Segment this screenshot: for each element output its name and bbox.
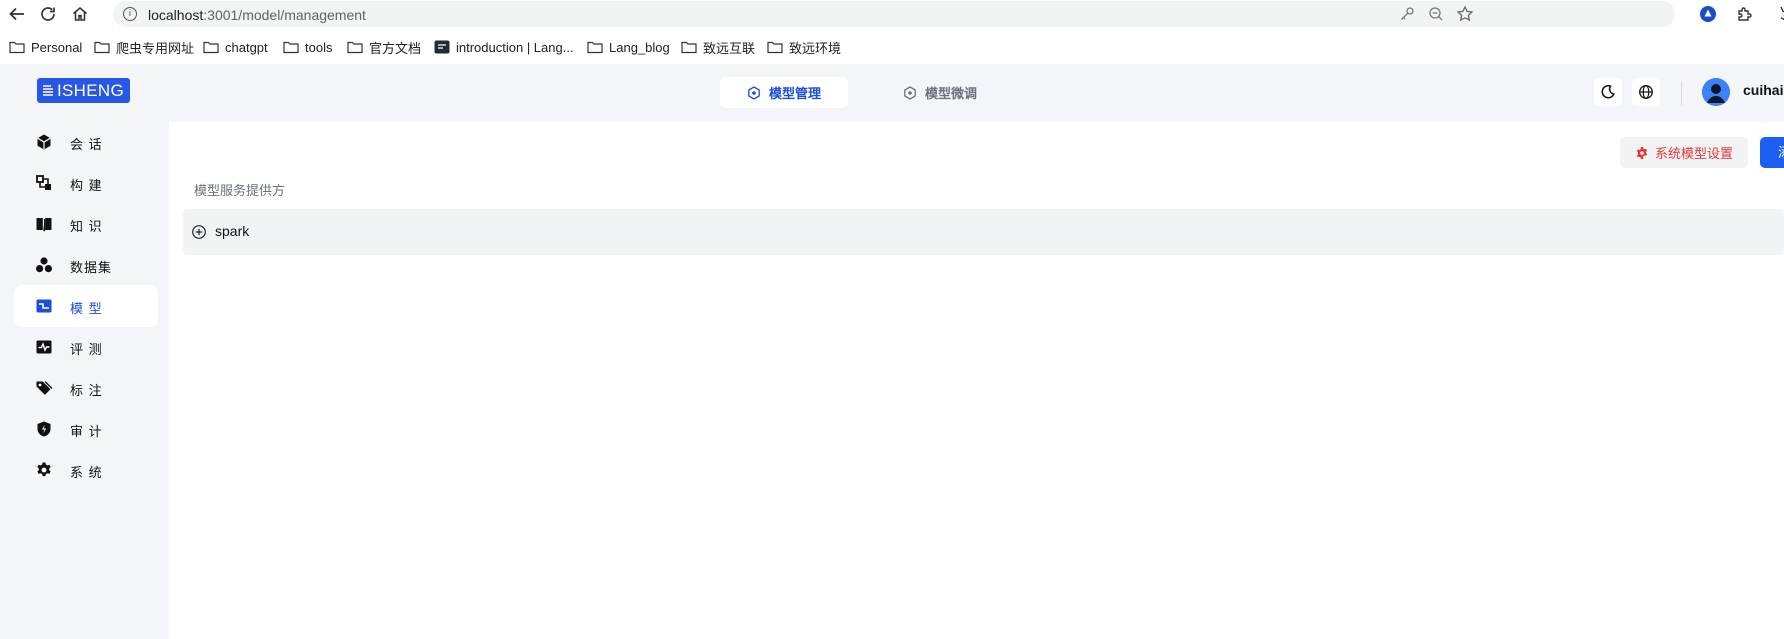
provider-name: spark [215, 223, 250, 239]
sidebar-item-audit[interactable]: 审 计 [14, 408, 158, 450]
sidebar-item-system[interactable]: 系 统 [14, 449, 158, 491]
folder-icon [203, 41, 219, 54]
bookmark-item[interactable]: chatgpt [203, 37, 268, 57]
reload-icon[interactable] [37, 3, 59, 25]
globe-icon [1639, 85, 1653, 99]
bookmark-item[interactable]: Lang_blog [587, 37, 670, 57]
browser-toolbar: i localhost:3001/model/management [0, 0, 1784, 28]
hexagon-icon [748, 85, 760, 100]
dark-mode-toggle[interactable] [1594, 78, 1622, 106]
sidebar-item-dataset[interactable]: 数据集 [14, 244, 158, 286]
url-text[interactable]: localhost:3001/model/management [148, 7, 366, 23]
favorites-icon[interactable] [1770, 3, 1784, 25]
tag-icon [35, 379, 53, 397]
book-icon [35, 215, 53, 233]
model-icon [35, 297, 53, 315]
tab-model-finetune[interactable]: 模型微调 [875, 77, 1005, 108]
user-icon [1702, 78, 1730, 106]
expand-plus-circle-icon[interactable] [191, 224, 207, 240]
header-divider [1681, 81, 1682, 105]
app-shell: ISHENG 模型管理 模型微调 cuihail 会 话 构 建 知 识 数据集… [0, 64, 1784, 639]
extensions-puzzle-icon[interactable] [1734, 3, 1756, 25]
back-arrow-icon[interactable] [6, 3, 28, 25]
tab-model-management[interactable]: 模型管理 [720, 77, 848, 108]
site-icon [434, 40, 450, 54]
folder-icon [9, 41, 25, 54]
language-switch[interactable] [1632, 78, 1660, 106]
moon-icon [1601, 85, 1615, 99]
avatar[interactable] [1702, 78, 1730, 106]
folder-icon [283, 41, 299, 54]
sidebar-item-build[interactable]: 构 建 [14, 162, 158, 204]
cube-icon [35, 133, 53, 151]
sidebar-item-model[interactable]: 模 型 [14, 285, 158, 327]
username[interactable]: cuihail [1743, 82, 1784, 98]
bookmark-item[interactable]: 致远互联 [681, 37, 755, 57]
bookmarks-bar: Personal 爬虫专用网址 chatgpt tools 官方文档 intro… [0, 34, 1784, 60]
zoom-out-icon[interactable] [1427, 5, 1445, 23]
bookmark-item[interactable]: Personal [9, 37, 82, 57]
sidebar-item-knowledge[interactable]: 知 识 [14, 203, 158, 245]
bookmark-star-icon[interactable] [1456, 5, 1474, 23]
sidebar-item-annotation[interactable]: 标 注 [14, 367, 158, 409]
bookmark-item[interactable]: 爬虫专用网址 [94, 37, 194, 57]
hexagon-icon [904, 85, 916, 100]
system-model-settings-button[interactable]: 系统模型设置 [1620, 137, 1748, 168]
key-icon[interactable] [1398, 5, 1416, 23]
folder-icon [347, 41, 363, 54]
sidebar-item-chat[interactable]: 会 话 [14, 121, 158, 163]
gear-icon [35, 461, 53, 479]
add-provider-button[interactable]: 添 [1760, 137, 1784, 168]
logo-mark-icon [43, 84, 53, 96]
folder-icon [767, 41, 783, 54]
provider-row[interactable]: spark [183, 209, 1784, 255]
profile-extension-icon[interactable] [1697, 3, 1719, 25]
app-logo[interactable]: ISHENG [37, 78, 130, 103]
pulse-icon [35, 338, 53, 356]
top-tabs: 模型管理 模型微调 [720, 77, 1005, 108]
bookmark-item[interactable]: introduction | Lang... [434, 37, 574, 57]
folder-icon [94, 41, 110, 54]
folder-icon [681, 41, 697, 54]
dataset-icon [35, 256, 53, 274]
address-bar[interactable]: i localhost:3001/model/management [113, 1, 1675, 27]
folder-icon [587, 41, 603, 54]
bookmark-item[interactable]: 致远环境 [767, 37, 841, 57]
shield-icon [35, 420, 53, 438]
settings-gear-icon [1636, 146, 1648, 159]
bookmark-item[interactable]: tools [283, 37, 332, 57]
site-info-icon[interactable]: i [123, 7, 137, 21]
home-icon[interactable] [69, 3, 91, 25]
main-content: 系统模型设置 添 模型服务提供方 spark [169, 122, 1784, 639]
bookmark-item[interactable]: 官方文档 [347, 37, 421, 57]
sidebar-item-evaluation[interactable]: 评 测 [14, 326, 158, 368]
section-title: 模型服务提供方 [194, 183, 286, 198]
build-icon [35, 174, 53, 192]
